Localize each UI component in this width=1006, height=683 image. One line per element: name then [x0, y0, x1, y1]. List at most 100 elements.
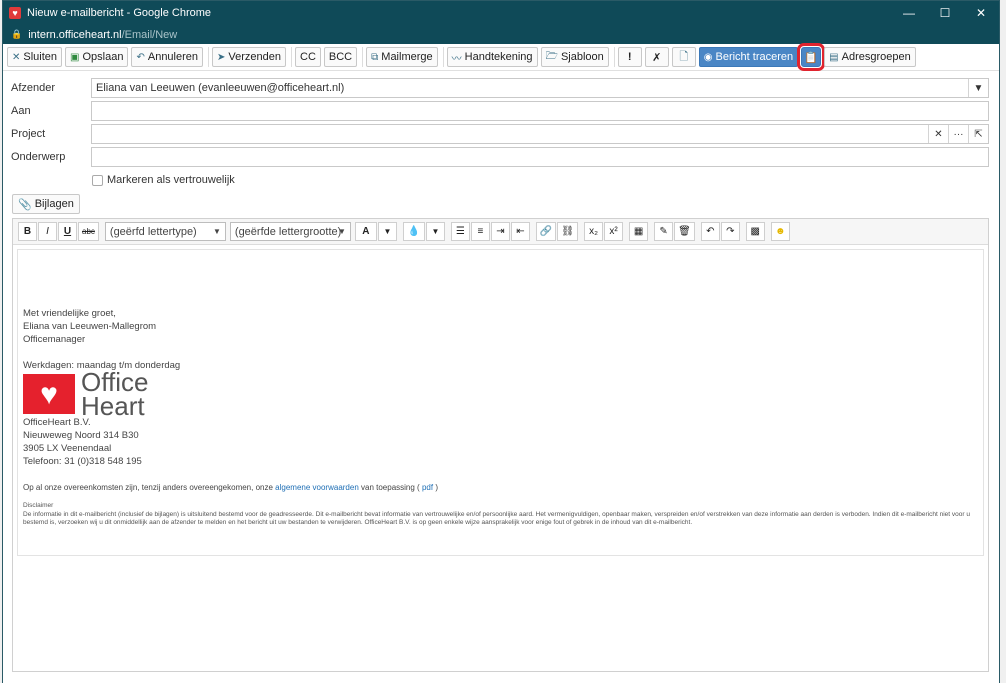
text-color-dropdown[interactable]: ▼ — [377, 222, 397, 241]
mailmerge-button[interactable]: ⧉ Mailmerge — [366, 47, 438, 67]
attachments-button[interactable]: 📎 Bijlagen — [12, 194, 80, 214]
link-icon: 🔗 — [539, 226, 553, 237]
signature-name: Eliana van Leeuwen-Mallegrom — [23, 321, 157, 332]
subject-label: Onderwerp — [11, 151, 66, 163]
sender-label: Afzender — [11, 82, 56, 94]
checkbox-box[interactable] — [92, 174, 103, 186]
close-button[interactable]: ✕ Sluiten — [7, 47, 63, 67]
subscript-button[interactable]: x₂ — [584, 222, 604, 241]
open-external-icon[interactable]: ⇱ — [968, 125, 988, 143]
sender-select[interactable]: Eliana van Leeuwen (evanleeuwen@officehe… — [91, 78, 989, 98]
redo-button[interactable]: ↷ — [720, 222, 740, 241]
track-message-button[interactable]: ◉ Bericht traceren — [698, 47, 799, 67]
address-groups-button[interactable]: ▤ Adresgroepen — [824, 47, 916, 67]
terms-pdf-link[interactable]: pdf — [422, 483, 433, 492]
superscript-button[interactable]: x² — [604, 222, 624, 241]
table-icon: ▦ — [633, 226, 644, 237]
terms-line: Op al onze overeenkomsten zijn, tenzij a… — [23, 483, 438, 492]
cancel-button[interactable]: ↶ Annuleren — [131, 47, 204, 67]
redo-icon: ↷ — [726, 226, 735, 237]
highlight-color-dropdown[interactable]: ▼ — [425, 222, 445, 241]
signature-phone: Telefoon: 31 (0)318 548 195 — [23, 456, 142, 467]
minimize-button[interactable]: — — [891, 1, 927, 25]
send-icon: ➤ — [217, 51, 226, 63]
bold-button[interactable]: B — [18, 222, 37, 241]
tools-button[interactable]: ✗ — [644, 47, 669, 67]
address-book-icon: ▤ — [829, 51, 839, 63]
chevron-down-icon: ▼ — [212, 227, 221, 236]
clipboard-button[interactable]: 📋 — [797, 43, 826, 71]
priority-button[interactable]: ! — [617, 47, 642, 67]
signature-button[interactable]: 〰 Handtekening — [446, 47, 538, 67]
strikethrough-button[interactable]: abc — [78, 222, 99, 241]
font-family-select[interactable]: (geërfd lettertype) ▼ — [104, 222, 226, 241]
unlink-icon: ⛓ — [561, 226, 575, 237]
signature-workdays: Werkdagen: maandag t/m donderdag — [23, 360, 181, 371]
signature-street: Nieuweweg Noord 314 B30 — [23, 430, 139, 441]
browser-window: ♥ Nieuw e-mailbericht - Google Chrome — … — [2, 0, 1000, 683]
to-label: Aan — [11, 105, 31, 117]
bullet-list-icon: ☰ — [455, 226, 465, 237]
bullet-list-button[interactable]: ☰ — [450, 222, 470, 241]
clear-icon[interactable]: ✕ — [928, 125, 948, 143]
officeheart-logo: ♥ Office Heart — [23, 369, 983, 419]
indent-icon: ⇥ — [496, 226, 505, 237]
send-button[interactable]: ➤ Verzenden — [212, 47, 287, 67]
emoji-button[interactable]: ☻ — [770, 222, 790, 241]
eraser-icon: ✎ — [659, 226, 668, 237]
indent-button[interactable]: ⇥ — [490, 222, 510, 241]
to-input[interactable] — [91, 101, 989, 121]
project-input[interactable]: ✕ ··· ⇱ — [91, 124, 989, 144]
highlight-color-button[interactable]: 💧 — [402, 222, 425, 241]
cc-button[interactable]: CC — [295, 47, 321, 67]
rich-text-editor: B I U abc (geërfd lettertype) ▼ (geërfde … — [12, 218, 989, 672]
editor-toolbar: B I U abc (geërfd lettertype) ▼ (geërfde … — [13, 219, 988, 245]
italic-button[interactable]: I — [38, 222, 57, 241]
numbered-list-button[interactable]: ≡ — [470, 222, 490, 241]
template-button[interactable]: 🗁 Sjabloon — [540, 47, 609, 67]
numbered-list-icon: ≡ — [477, 226, 484, 237]
dropdown-arrow-icon[interactable]: ▼ — [968, 79, 988, 97]
tools-icon: ✗ — [652, 51, 662, 64]
link-button[interactable]: 🔗 — [535, 222, 557, 241]
editor-content[interactable]: Met vriendelijke groet, Eliana van Leeuw… — [17, 249, 984, 556]
signature-city: 3905 LX Veenendaal — [23, 443, 112, 454]
window-title: Nieuw e-mailbericht - Google Chrome — [27, 7, 212, 19]
clear-format-button[interactable]: ✎ — [654, 222, 674, 241]
title-bar: ♥ Nieuw e-mailbericht - Google Chrome — … — [3, 1, 999, 25]
qr-code-button[interactable]: ▩ — [745, 222, 765, 241]
undo-button[interactable]: ↶ — [700, 222, 720, 241]
main-toolbar: ✕ Sluiten ▣ Opslaan ↶ Annuleren ➤ Verzenden … — [3, 43, 999, 71]
chevron-down-icon: ▼ — [337, 227, 346, 236]
address-bar[interactable]: 🔒 intern.officeheart.nl/Email/New — [3, 25, 999, 44]
smiley-icon: ☻ — [775, 226, 786, 237]
heart-icon: ♥ — [9, 7, 21, 19]
confidential-checkbox[interactable]: Markeren als vertrouwelijk — [92, 174, 235, 186]
save-button[interactable]: ▣ Opslaan — [65, 47, 129, 67]
undo-icon: ↶ — [136, 51, 145, 63]
terms-link[interactable]: algemene voorwaarden — [275, 483, 359, 492]
maximize-button[interactable]: ☐ — [927, 1, 963, 25]
folder-icon: 🗁 — [545, 50, 558, 62]
paperclip-icon: 📎 — [18, 198, 32, 211]
clipboard-check-icon: 📋 — [804, 51, 818, 64]
signature-company: OfficeHeart B.V. — [23, 417, 91, 428]
table-button[interactable]: ▦ — [629, 222, 649, 241]
underline-button[interactable]: U — [58, 222, 77, 241]
delete-button[interactable]: 🗑 — [674, 222, 695, 241]
bcc-button[interactable]: BCC — [323, 47, 358, 67]
close-window-button[interactable]: ✕ — [963, 1, 999, 25]
signature-greeting: Met vriendelijke groet, — [23, 308, 116, 319]
subject-input[interactable] — [91, 147, 989, 167]
unlink-button[interactable]: ⛓ — [557, 222, 579, 241]
url-host: intern.officeheart.nl — [28, 28, 122, 41]
outdent-button[interactable]: ⇤ — [510, 222, 530, 241]
text-color-button[interactable]: A — [354, 222, 377, 241]
signature-role: Officemanager — [23, 334, 86, 345]
preview-button[interactable]: 🗋 — [671, 47, 696, 67]
disclaimer: Disclaimer De informatie in dit e-mailbe… — [23, 502, 970, 526]
more-icon[interactable]: ··· — [948, 125, 968, 143]
save-icon: ▣ — [70, 51, 80, 63]
font-size-select[interactable]: (geërfde lettergrootte) ▼ — [229, 222, 351, 241]
lock-icon: 🔒 — [11, 29, 23, 39]
